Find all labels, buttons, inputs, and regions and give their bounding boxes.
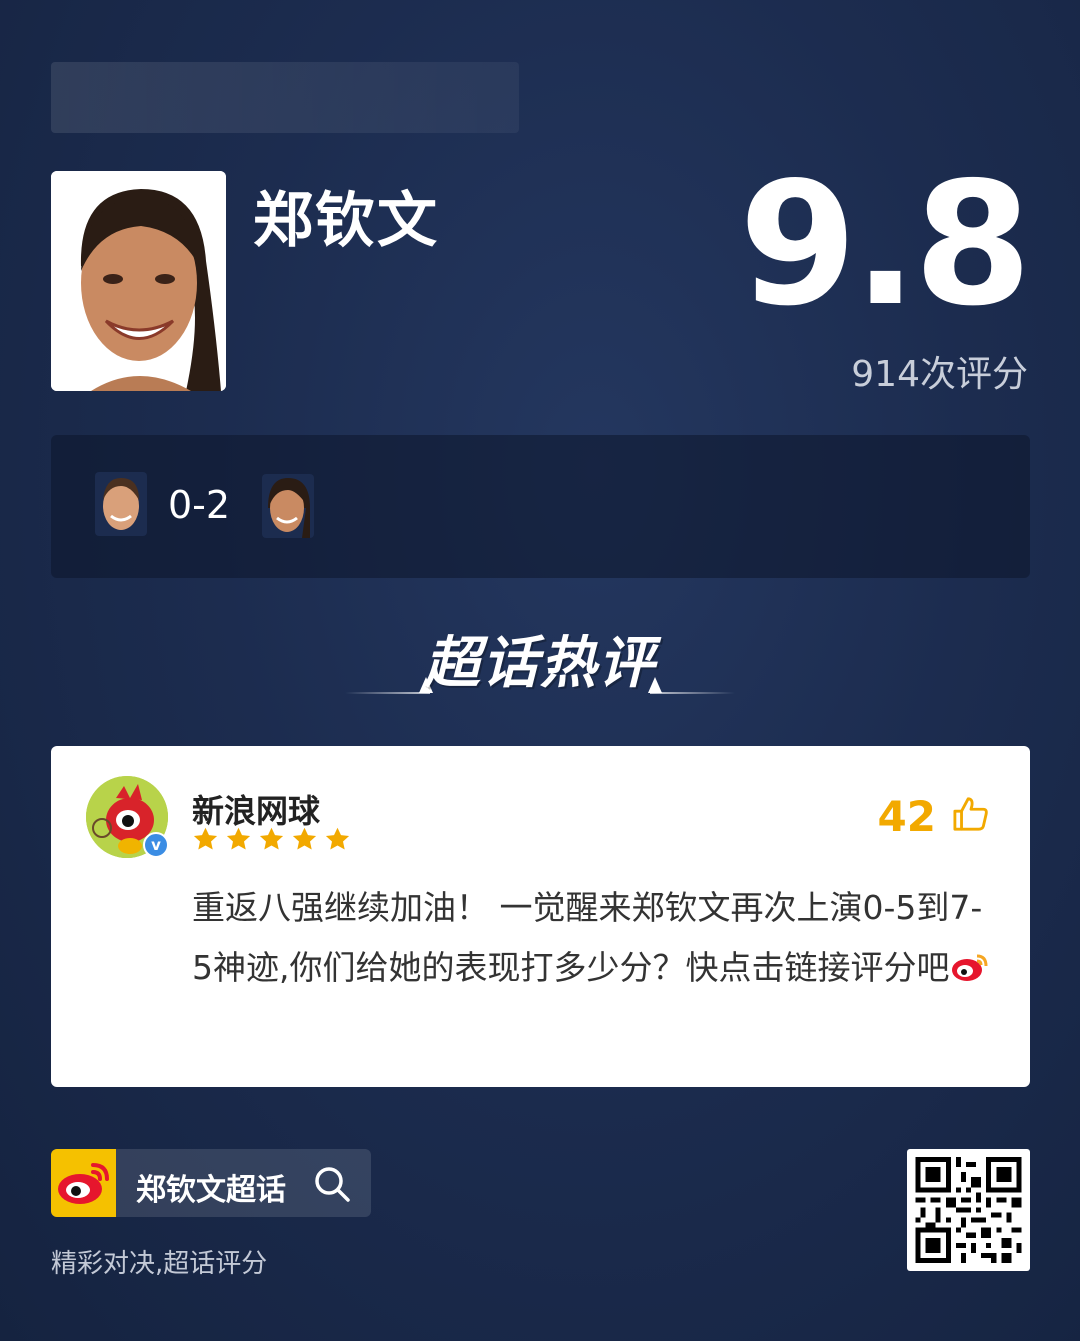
section-divider-right (650, 692, 735, 694)
section-title: 超话热评 (424, 631, 656, 696)
qr-code-icon[interactable] (907, 1149, 1030, 1271)
blurred-banner (51, 62, 519, 133)
comment-body: 重返八强继续加油！ 一觉醒来郑钦文再次上演0-5到7-5神迹,你们给她的表现打多… (192, 888, 983, 987)
player-portrait-icon (51, 171, 226, 391)
comment-text: 重返八强继续加油！ 一觉醒来郑钦文再次上演0-5到7-5神迹,你们给她的表现打多… (192, 878, 992, 998)
thumbs-up-icon[interactable] (952, 796, 990, 832)
player-name: 郑钦文 (253, 186, 439, 256)
like-count: 42 (877, 792, 936, 841)
player-score: 9.8 (738, 146, 1032, 344)
match-score: 0-2 (168, 483, 231, 527)
star-icon (325, 827, 350, 850)
star-icon (259, 827, 284, 850)
footer-tagline: 精彩对决,超话评分 (51, 1249, 268, 1279)
rating-count: 914次评分 (851, 354, 1028, 395)
star-rating (192, 826, 351, 853)
super-topic-label: 郑钦文超话 (136, 1173, 286, 1208)
section-divider-ornament (648, 677, 662, 693)
player-mini-avatar (262, 474, 314, 538)
search-icon[interactable] (313, 1165, 351, 1203)
super-topic-button[interactable]: 郑钦文超话 (51, 1149, 371, 1217)
opponent-avatar (95, 472, 147, 536)
weibo-logo-icon (51, 1149, 116, 1217)
star-icon (193, 827, 218, 850)
star-icon (226, 827, 251, 850)
player-photo (51, 171, 226, 391)
star-icon (292, 827, 317, 850)
weibo-emoji-icon (951, 954, 987, 981)
hot-comment-card[interactable]: v 新浪网球 42 重返八强继续加油！ 一觉醒来郑钦文再次上演0-5到7-5神迹… (51, 746, 1030, 1087)
verified-icon: v (143, 832, 169, 858)
